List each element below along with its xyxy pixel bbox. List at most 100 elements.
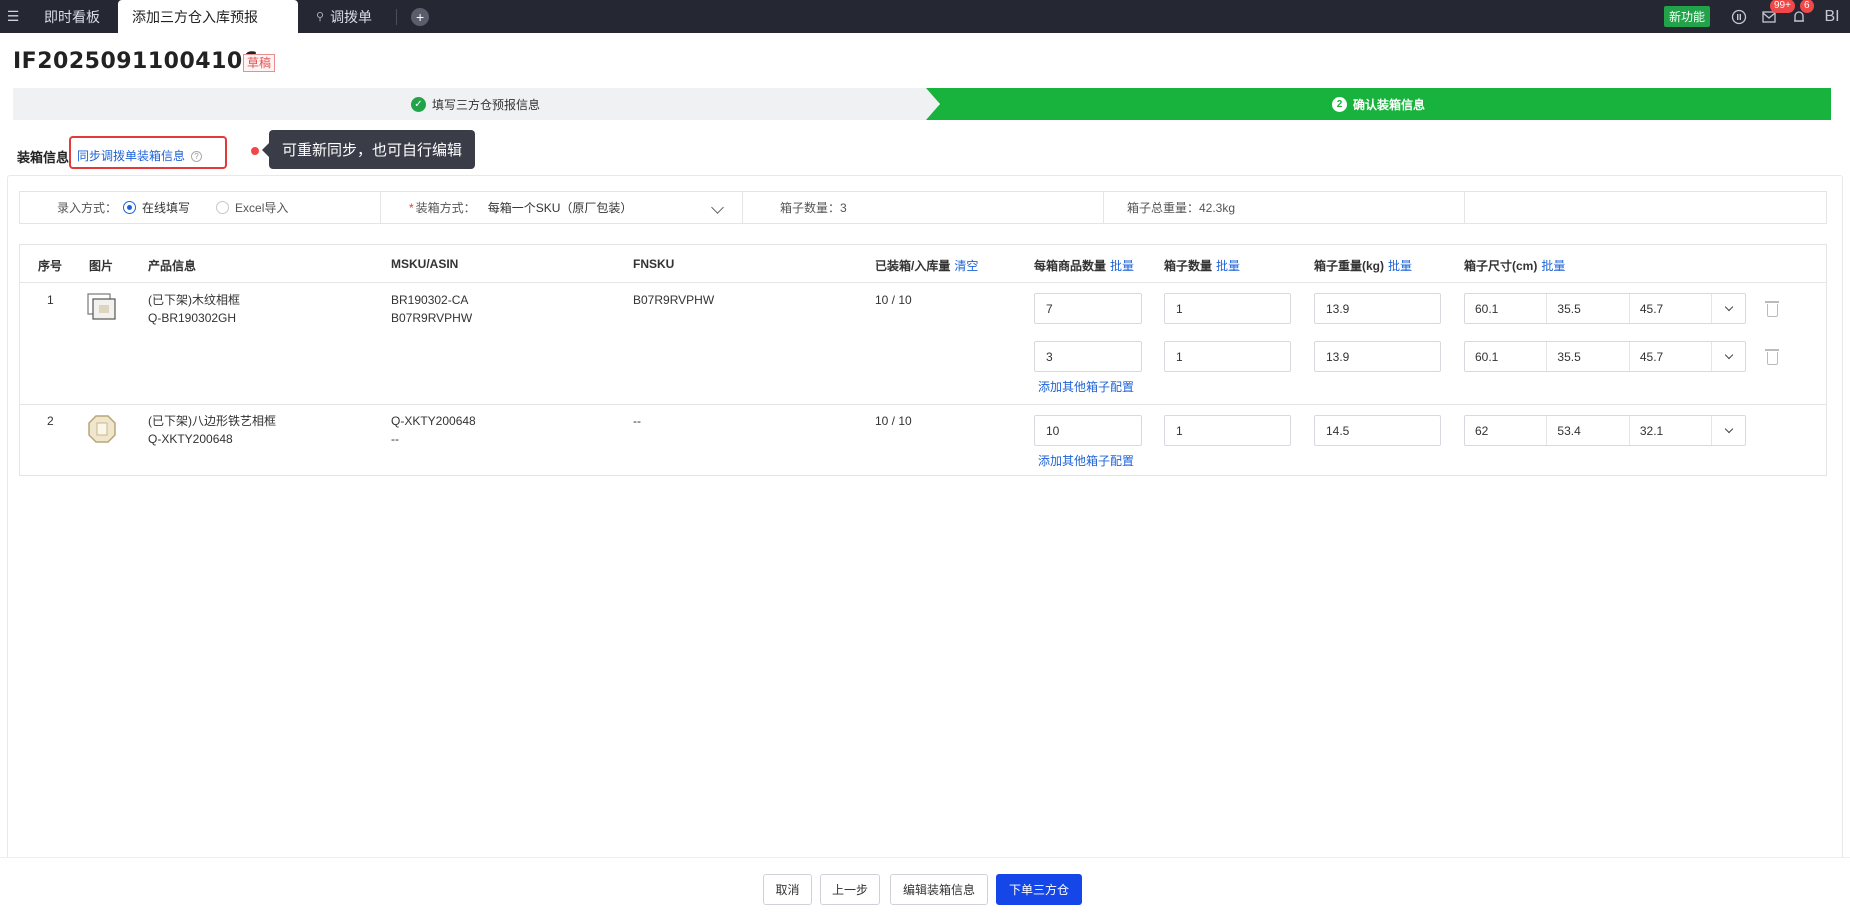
height-input[interactable]: 32.1 [1630,416,1713,445]
fnsku: B07R9RVPHW [633,293,715,307]
box-weight-input[interactable]: 14.5 [1314,415,1441,446]
bi-label: BI [1824,7,1840,25]
document-number: IF20250911004106 [13,49,259,74]
step-fill-forecast[interactable]: ✓ 填写三方仓预报信息 [13,88,938,120]
box-size-input[interactable]: 62 53.4 32.1 [1464,415,1746,446]
height-input[interactable]: 45.7 [1630,342,1713,371]
width-input[interactable]: 35.5 [1547,342,1630,371]
batch-size-link[interactable]: 批量 [1541,259,1565,273]
asin: -- [391,432,399,446]
col-packed-label: 已装箱/入库量 [875,259,951,273]
cancel-button[interactable]: 取消 [763,874,812,905]
chevron-down-icon[interactable] [1712,416,1745,445]
add-box-config-link[interactable]: 添加其他箱子配置 [1038,378,1134,395]
per-box-input[interactable]: 10 [1034,415,1142,446]
tab-label: 添加三方仓入库预报 [132,8,258,25]
tab-add-inbound-forecast[interactable]: 添加三方仓入库预报 [118,0,298,33]
width-input[interactable]: 35.5 [1547,294,1630,323]
box-qty-input[interactable]: 1 [1164,293,1291,324]
batch-per-box-link[interactable]: 批量 [1110,259,1134,273]
total-weight-field: 箱子总重量：42.3kg [1104,192,1465,223]
msku: BR190302-CA [391,293,469,307]
product-thumbnail[interactable] [87,292,117,322]
previous-step-button[interactable]: 上一步 [820,874,880,905]
menu-toggle-icon[interactable]: ☰ [0,0,26,33]
submit-order-button[interactable]: 下单三方仓 [996,874,1082,905]
table-header: 序号 图片 产品信息 MSKU/ASIN FNSKU 已装箱/入库量 清空 每箱商… [20,245,1826,283]
message-icon[interactable]: 99+ [1754,0,1795,33]
tab-divider [396,8,398,25]
batch-box-qty-link[interactable]: 批量 [1216,259,1240,273]
length-input[interactable]: 62 [1465,416,1548,445]
col-per-box: 每箱商品数量 批量 [1034,257,1134,274]
height-input[interactable]: 45.7 [1630,294,1713,323]
status-badge: 草稿 [243,54,276,72]
col-box-qty-label: 箱子数量 [1164,259,1213,273]
add-box-config-link[interactable]: 添加其他箱子配置 [1038,452,1134,469]
step-label: 确认装箱信息 [1352,97,1425,112]
width-input[interactable]: 53.4 [1547,416,1630,445]
box-count-field: 箱子数量：3 [743,192,1104,223]
bell-icon[interactable]: 6 [1784,0,1814,33]
box-weight-input[interactable]: 13.9 [1314,341,1441,372]
edit-packing-button[interactable]: 编辑装箱信息 [890,874,988,905]
col-per-box-label: 每箱商品数量 [1034,259,1107,273]
packing-form-row: 录入方式： 在线填写 Excel导入 * 装箱方式： 每箱一个SKU（原厂包装）… [19,191,1827,224]
chevron-down-icon[interactable] [1712,294,1745,323]
packing-table: 序号 图片 产品信息 MSKU/ASIN FNSKU 已装箱/入库量 清空 每箱商… [19,244,1827,476]
packed-qty: 10 / 10 [875,414,912,428]
trash-icon[interactable] [1765,349,1779,365]
chevron-down-icon[interactable] [711,201,724,214]
tooltip: 可重新同步，也可自行编辑 [261,130,476,169]
box-weight-input[interactable]: 13.9 [1314,293,1441,324]
entry-mode-field: 录入方式： 在线填写 Excel导入 [20,192,381,223]
add-tab-icon[interactable]: + [411,7,430,26]
required-mark: * [409,200,414,215]
bi-button[interactable]: BI [1814,0,1850,33]
question-icon[interactable]: ? [191,151,203,163]
col-size-label: 箱子尺寸(cm) [1464,259,1538,273]
col-box-qty: 箱子数量 批量 [1164,257,1240,274]
length-input[interactable]: 60.1 [1465,294,1548,323]
fnsku: -- [633,414,641,428]
tab-transfer-order[interactable]: ⚲ 调拨单 [298,0,390,33]
box-size-input[interactable]: 60.1 35.5 45.7 [1464,293,1746,324]
new-feature-button[interactable]: 新功能 [1663,6,1710,27]
section-title: 装箱信息 [17,150,70,165]
clear-link[interactable]: 清空 [954,259,978,273]
per-box-input[interactable]: 3 [1034,341,1142,372]
col-weight-label: 箱子重量(kg) [1314,259,1384,273]
radio-online-label[interactable]: 在线填写 [142,199,190,216]
box-size-input[interactable]: 60.1 35.5 45.7 [1464,341,1746,372]
packing-method-field[interactable]: * 装箱方式： 每箱一个SKU（原厂包装） [381,192,743,223]
box-qty-input[interactable]: 1 [1164,341,1291,372]
batch-weight-link[interactable]: 批量 [1388,259,1412,273]
help-circle-icon[interactable] [1724,0,1754,33]
col-packed: 已装箱/入库量 清空 [875,257,978,274]
pin-icon: ⚲ [316,11,325,23]
chevron-down-icon[interactable] [1712,342,1745,371]
per-box-input[interactable]: 7 [1034,293,1142,324]
notices-badge: 6 [1800,0,1814,13]
radio-excel-label[interactable]: Excel导入 [235,199,288,216]
empty-cell [1465,192,1826,223]
product-sku: Q-BR190302GH [148,311,237,325]
row-seq: 1 [47,293,54,307]
sync-link-label: 同步调拨单装箱信息 [77,149,186,163]
radio-online[interactable] [123,201,137,214]
packing-method-value[interactable]: 每箱一个SKU（原厂包装） [488,199,633,216]
box-count: 箱子数量：3 [780,201,847,215]
radio-excel[interactable] [216,201,230,214]
trash-icon[interactable] [1765,301,1779,317]
steps-bar: ✓ 填写三方仓预报信息 2 确认装箱信息 [13,88,1831,120]
packed-qty: 10 / 10 [875,293,912,307]
sync-packing-link[interactable]: 同步调拨单装箱信息? [77,147,203,164]
box-qty-input[interactable]: 1 [1164,415,1291,446]
length-input[interactable]: 60.1 [1465,342,1548,371]
col-product: 产品信息 [148,259,197,273]
product-thumbnail[interactable] [87,414,117,444]
packing-method-label: 装箱方式： [415,201,476,215]
tab-dashboard[interactable]: 即时看板 [26,0,118,33]
col-size: 箱子尺寸(cm) 批量 [1464,257,1565,274]
msku: Q-XKTY200648 [391,414,476,428]
